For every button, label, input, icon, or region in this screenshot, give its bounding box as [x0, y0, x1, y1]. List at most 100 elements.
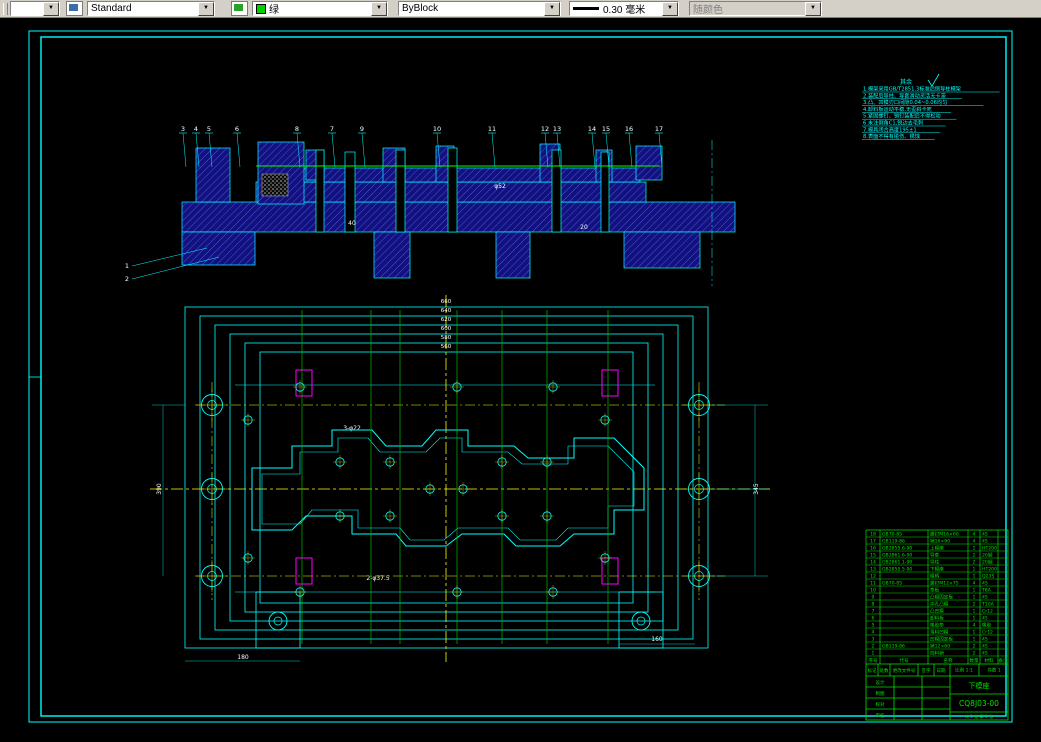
bom-cell: 2: [973, 559, 976, 565]
bom-cell: GB70-85: [882, 580, 902, 586]
balloon-15: 15: [602, 125, 610, 133]
bom-cell: 挡料销: [930, 649, 944, 656]
layers-icon[interactable]: [231, 1, 248, 16]
chevron-down-icon[interactable]: ▼: [544, 1, 560, 16]
note-line: 5.紧固螺钉、销钉装配后不得松动: [863, 112, 941, 120]
tb-header-cell: 签字: [922, 667, 931, 674]
bom-cell: 45: [982, 594, 988, 600]
bom-cell: 9: [872, 594, 875, 600]
color-combo[interactable]: ByBlock ▼: [398, 1, 561, 16]
tb-header-cell: 处数: [880, 667, 889, 674]
lineweight-combo-value: 0.30 毫米: [603, 5, 646, 16]
bom-cell: 4: [973, 580, 976, 586]
bom-cell: 13: [870, 566, 876, 572]
tb-sheet: 共 1 张 第 1 张: [965, 713, 995, 720]
text-style-combo[interactable]: Standard ▼: [87, 1, 215, 16]
bom-cell: 导柱: [930, 558, 940, 565]
bom-cell: 7: [872, 608, 875, 614]
note-line: 1.模架采用GB/T2851.3标准后侧导柱模架: [863, 85, 961, 93]
chevron-down-icon[interactable]: ▼: [43, 1, 59, 16]
layer-color-swatch: [256, 3, 266, 14]
bom-cell: 落料凹模: [930, 628, 949, 635]
bom-cell: 1: [973, 636, 976, 642]
bom-cell: 45: [982, 615, 988, 621]
tb-header-cell: 日期: [937, 668, 946, 674]
lineweight-combo[interactable]: 0.30 毫米 ▼: [569, 1, 679, 16]
balloon-5: 5: [207, 125, 211, 133]
bom-cell: 凹模固定板: [930, 635, 953, 642]
section-view: [181, 140, 736, 286]
bom-cell: 45: [982, 538, 988, 544]
bom-cell: 螺钉M16×60: [930, 530, 959, 537]
tb-role: 审核: [876, 712, 885, 719]
style-manager-icon-glyph: [69, 4, 78, 11]
tb-role: 设计: [876, 679, 885, 686]
dim-text: 180: [237, 654, 249, 661]
bom-cell: GB119-86: [882, 643, 905, 649]
bom-cell: 2: [973, 601, 976, 607]
hatched-plates: [181, 141, 736, 279]
roughness-icon: [927, 73, 940, 87]
balloon-1: 1: [125, 262, 129, 270]
balloon-14: 14: [588, 125, 596, 133]
balloon-17: 17: [655, 125, 663, 133]
tb-qty: 件数 1: [987, 667, 1000, 674]
bom-cell: 2: [973, 650, 976, 656]
bom-header: 材料: [984, 657, 994, 664]
bom-cell: 导套: [930, 551, 940, 558]
dim-lines: [152, 404, 768, 662]
balloon-10: 10: [433, 125, 441, 133]
bom-cell: 15: [870, 552, 876, 558]
bom-cell: 10: [870, 587, 876, 593]
bom-header: 代号: [899, 657, 909, 664]
bom-cell: Cr12: [982, 608, 993, 614]
bom-cell: 1: [973, 573, 976, 579]
chevron-down-icon[interactable]: ▼: [371, 1, 387, 16]
bom-cell: 45: [982, 636, 988, 642]
bom-header: 数量: [969, 657, 979, 664]
toolbar-grip[interactable]: [3, 2, 8, 15]
tb-header-cell: 更改文件号: [893, 667, 916, 674]
note-line: 3.凸、凹模刃口间隙0.04~0.06均匀: [863, 98, 947, 106]
balloon-4: 4: [194, 125, 198, 133]
bom-cell: 1: [973, 545, 976, 551]
bom-cell: 18: [870, 531, 876, 537]
chevron-down-icon[interactable]: ▼: [198, 1, 214, 16]
tb-role: 制图: [876, 690, 885, 697]
bom-cell: 销16×90: [930, 537, 950, 544]
bom-cell: GB2855.5-90: [882, 566, 912, 572]
bom-cell: 螺钉M12×75: [930, 579, 959, 586]
bom-cell: HT200: [982, 566, 997, 572]
bom-cell: 3: [872, 636, 875, 642]
bom-cell: GB119-86: [882, 538, 905, 544]
bom-cell: 凸凹模: [930, 607, 944, 614]
bom-header: 序号: [868, 657, 878, 664]
bom-cell: 下模座: [930, 565, 944, 572]
text-style-value: Standard: [91, 3, 132, 14]
bom-cell: 45: [982, 643, 988, 649]
balloon-8: 8: [295, 125, 299, 133]
bom-cell: 模柄: [930, 572, 940, 579]
balloon-13: 13: [553, 125, 561, 133]
bom-cell: 4: [973, 538, 976, 544]
layer-combo[interactable]: 绿 ▼: [252, 1, 388, 16]
drawing-canvas[interactable]: 其余1.模架采用GB/T2851.3标准后侧导柱模架2.装配后导柱、导套滑动灵活…: [0, 18, 1041, 737]
bom-cell: 2: [973, 552, 976, 558]
bom-cell: Cr12: [982, 629, 993, 635]
style-manager-icon[interactable]: [66, 1, 83, 16]
bom-cell: 1: [973, 587, 976, 593]
bom-cell: 16: [870, 545, 876, 551]
lineweight-glyph: [573, 7, 599, 10]
bom-cell: 4: [872, 629, 875, 635]
note-line: 2.装配后导柱、导套滑动灵活无卡滞: [863, 91, 946, 99]
bom-cell: Q235: [982, 573, 994, 579]
bom-cell: 45: [982, 580, 988, 586]
chevron-down-icon[interactable]: ▼: [662, 1, 678, 16]
bom-cell: 2: [872, 643, 875, 649]
workspace-combo[interactable]: ▼: [10, 1, 60, 16]
hole-features: [196, 310, 715, 644]
model-space[interactable]: 其余 1.模架采用GB/T2851.3标准后侧导柱模架 2.装配后导柱、导套滑动灵活…: [0, 18, 1041, 737]
nested-outlines: [184, 306, 709, 649]
bom-cell: HT200: [982, 545, 997, 551]
dim-text: 40: [348, 220, 356, 227]
